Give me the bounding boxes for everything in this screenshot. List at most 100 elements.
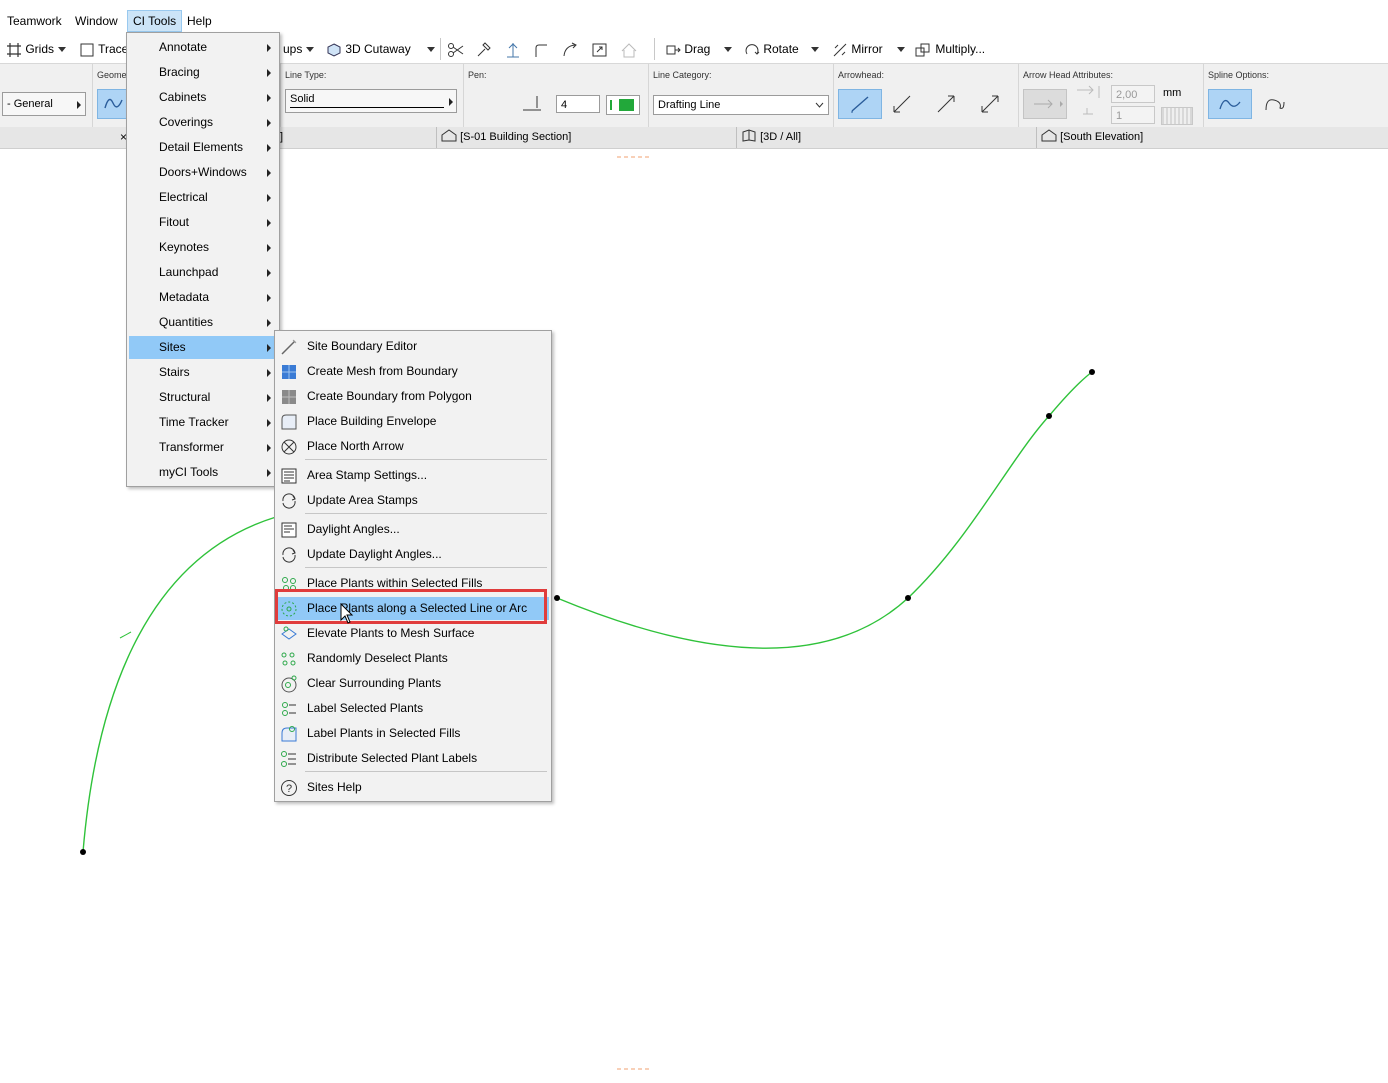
pen-number-value: 4 [561, 99, 568, 111]
adjust-tool-button[interactable] [475, 40, 493, 58]
label-fills-icon [281, 726, 297, 742]
menu-item-randomly-deselect[interactable]: Randomly Deselect Plants [277, 647, 549, 670]
grid-icon [7, 42, 21, 57]
rotate-button[interactable]: Rotate [744, 40, 819, 58]
spline-right-segment[interactable] [556, 371, 1093, 649]
grids-button[interactable]: Grids [6, 40, 67, 58]
menu-item-keynotes[interactable]: Keynotes [129, 236, 277, 259]
multiply-label: Multiply... [935, 42, 986, 56]
line-category-label: Line Category: [653, 70, 712, 80]
tab-label: ] [280, 131, 284, 143]
menu-item-doors-windows[interactable]: Doors+Windows [129, 161, 277, 184]
tab-south-elevation[interactable]: [South Elevation] [1041, 129, 1143, 146]
menu-item-quantities[interactable]: Quantities [129, 311, 277, 334]
bezier-spline-icon[interactable] [1262, 92, 1288, 116]
drag-button[interactable]: Drag [665, 40, 733, 58]
spline-node[interactable] [1089, 369, 1095, 375]
menu-item-cabinets[interactable]: Cabinets [129, 86, 277, 109]
menu-item-create-boundary[interactable]: Create Boundary from Polygon [277, 385, 549, 408]
menu-item-detail-elements[interactable]: Detail Elements [129, 136, 277, 159]
menu-item-sites-help[interactable]: ? Sites Help [277, 776, 549, 799]
menu-teamwork[interactable]: Teamwork [2, 11, 67, 31]
menu-item-coverings[interactable]: Coverings [129, 111, 277, 134]
groups-label: ups [283, 42, 303, 56]
pen-color-swatch[interactable] [606, 95, 640, 115]
natural-spline-button[interactable] [1208, 89, 1252, 119]
menu-item-label-plants-fills[interactable]: Label Plants in Selected Fills [277, 722, 549, 745]
menu-item-time-tracker[interactable]: Time Tracker [129, 411, 277, 434]
3d-cutaway-button[interactable]: 3D Cutaway [326, 40, 435, 58]
menu-item-clear-surrounding[interactable]: Clear Surrounding Plants [277, 672, 549, 695]
natural-spline-icon [1219, 99, 1241, 110]
line-category-value: Drafting Line [658, 99, 721, 111]
menu-item-create-mesh[interactable]: Create Mesh from Boundary [277, 360, 549, 383]
menu-ci-tools[interactable]: CI Tools [127, 10, 183, 32]
tab-3d-all[interactable]: [3D / All] [741, 129, 801, 146]
menu-item-launchpad[interactable]: Launchpad [129, 261, 277, 284]
menu-help[interactable]: Help [182, 11, 217, 31]
fillet-tool-button[interactable] [532, 40, 550, 58]
menu-item-distribute-labels[interactable]: Distribute Selected Plant Labels [277, 747, 549, 770]
spline-left-segment[interactable] [82, 516, 277, 853]
menu-item-transformer[interactable]: Transformer [129, 436, 277, 459]
mirror-label: Mirror [851, 42, 883, 56]
clear-plants-icon [281, 675, 297, 693]
resize-tool-button[interactable] [591, 40, 609, 58]
layer-selector[interactable]: - General [2, 92, 86, 116]
spline-node[interactable] [1046, 413, 1052, 419]
elevate-plants-icon [281, 626, 297, 640]
menu-item-metadata[interactable]: Metadata [129, 286, 277, 309]
menu-item-fitout[interactable]: Fitout [129, 211, 277, 234]
trace-button[interactable]: Trace [79, 40, 128, 58]
menu-item-bracing[interactable]: Bracing [129, 61, 277, 84]
line-category-dropdown[interactable]: Drafting Line [653, 95, 829, 115]
menu-item-update-daylight-angles[interactable]: Update Daylight Angles... [277, 543, 549, 566]
pen-number-field[interactable]: 4 [556, 95, 600, 113]
menu-item-elevate-plants[interactable]: Elevate Plants to Mesh Surface [277, 622, 549, 645]
menu-item-label-selected-plants[interactable]: Label Selected Plants [277, 697, 549, 720]
highlight-callout-box [275, 589, 547, 624]
menu-item-electrical[interactable]: Electrical [129, 186, 277, 209]
scissors-icon [448, 42, 464, 57]
menu-item-daylight-angles[interactable]: Daylight Angles... [277, 518, 549, 541]
menu-item-sites[interactable]: Sites [129, 336, 277, 359]
random-plants-icon [281, 652, 296, 666]
spline-node[interactable] [905, 595, 911, 601]
spline-node[interactable] [80, 849, 86, 855]
groups-button[interactable]: ups [283, 40, 315, 58]
menu-item-myci-tools[interactable]: myCI Tools [129, 461, 277, 484]
intersect-tool-button[interactable] [504, 40, 522, 58]
menu-item-place-north-arrow[interactable]: Place North Arrow [277, 435, 549, 458]
mirror-button[interactable]: Mirror [832, 40, 905, 58]
spline-node[interactable] [554, 595, 560, 601]
ci-tools-menu: Annotate Bracing Cabinets Coverings Deta… [126, 32, 280, 487]
menu-window[interactable]: Window [70, 11, 123, 31]
distribute-labels-icon [281, 751, 296, 767]
elevation-icon [1041, 129, 1057, 142]
arrow-pen-field: 1 [1111, 106, 1155, 124]
spline-method-icon [104, 98, 123, 109]
refresh-icon [282, 493, 296, 509]
trace-label: Trace [98, 42, 129, 56]
arrow-pen-swatch [1161, 107, 1193, 125]
multiply-button[interactable]: Multiply... [914, 40, 985, 58]
pen-label: Pen: [468, 70, 487, 80]
arrow-both-icon[interactable] [978, 92, 1004, 116]
menu-item-annotate[interactable]: Annotate [129, 36, 277, 59]
menu-item-update-area-stamps[interactable]: Update Area Stamps [277, 489, 549, 512]
split-tool-button[interactable] [447, 40, 465, 58]
menu-item-place-building-envelope[interactable]: Place Building Envelope [277, 410, 549, 433]
offset-tool-button[interactable] [561, 40, 579, 58]
arrow-end-icon[interactable] [934, 92, 960, 116]
menu-item-site-boundary-editor[interactable]: Site Boundary Editor [277, 335, 549, 358]
line-type-selector[interactable]: Solid [285, 89, 457, 113]
tab-floor-plan[interactable]: ] [280, 129, 283, 146]
tab-building-section[interactable]: [S-01 Building Section] [441, 129, 571, 146]
arrowhead-label: Arrowhead: [838, 70, 885, 80]
daylight-icon [281, 522, 297, 538]
menu-item-structural[interactable]: Structural [129, 386, 277, 409]
arrow-start-icon[interactable] [890, 92, 916, 116]
arrowhead-none-button[interactable] [838, 89, 882, 119]
menu-item-stairs[interactable]: Stairs [129, 361, 277, 384]
menu-item-area-stamp-settings[interactable]: Area Stamp Settings... [277, 464, 549, 487]
